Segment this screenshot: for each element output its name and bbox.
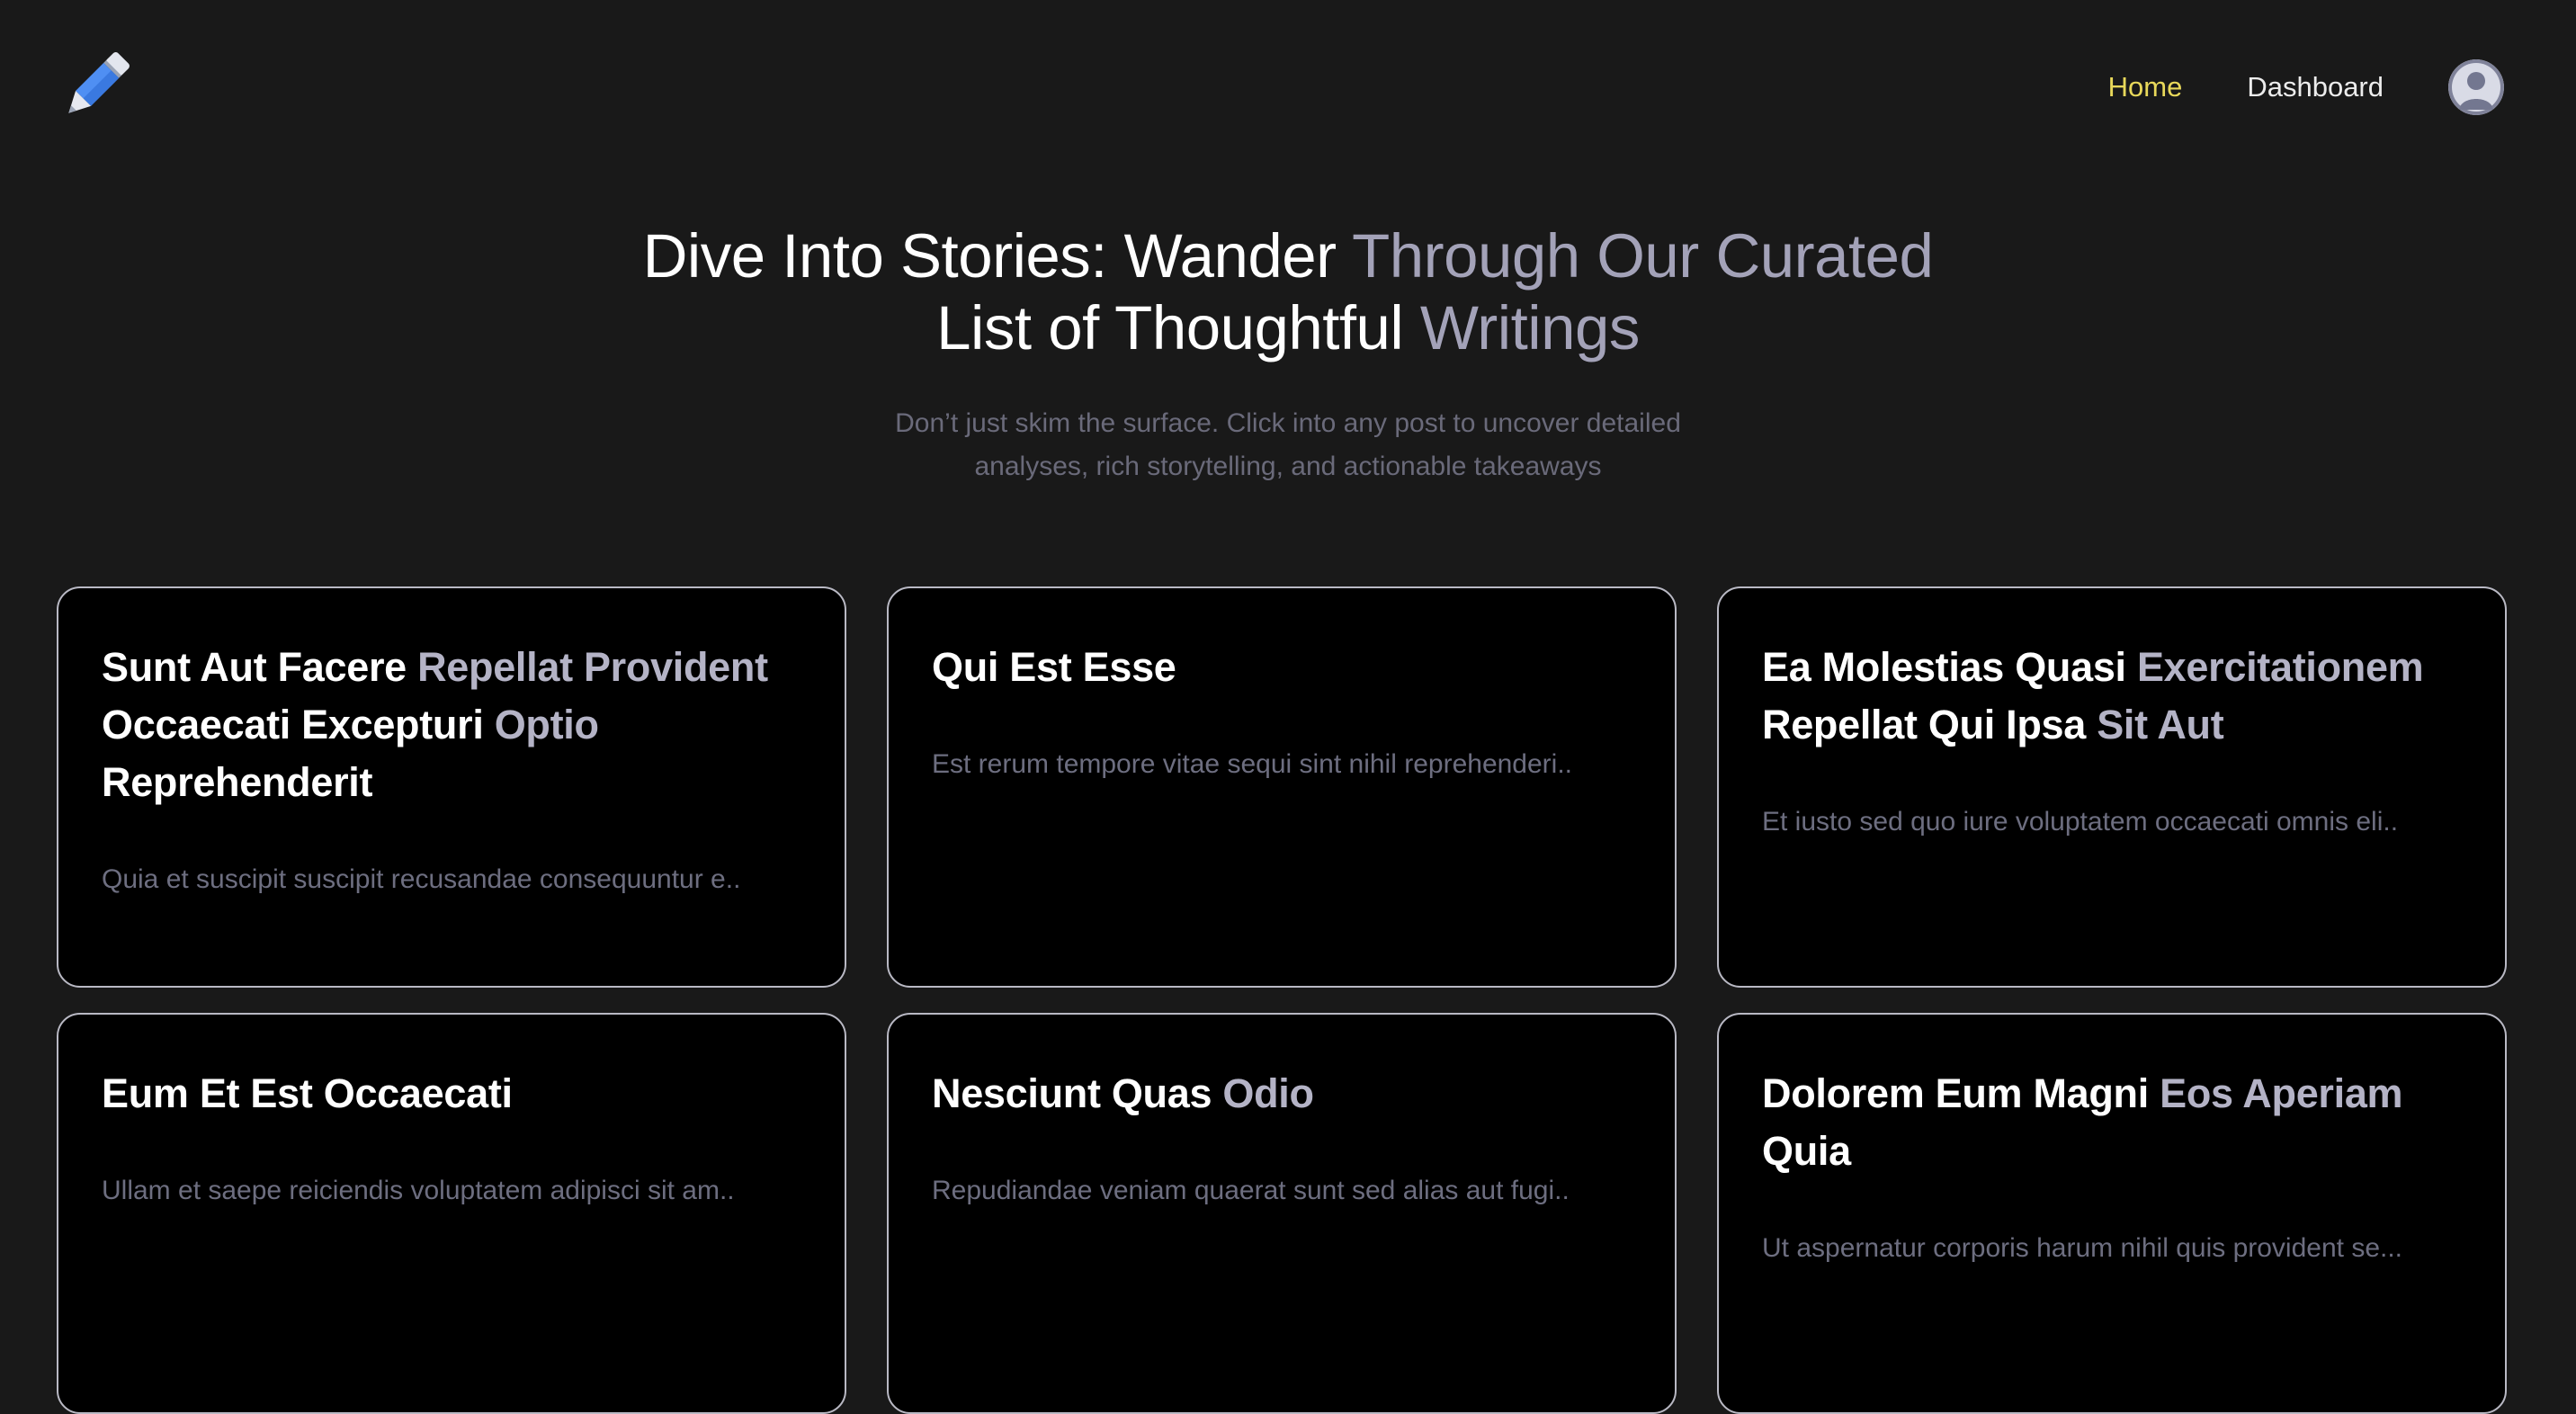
subtitle-line: Don’t just skim the surface. Click into …	[895, 408, 1681, 438]
title-part: Quia	[1762, 1128, 1851, 1174]
title-part: Exercitationem	[2136, 644, 2424, 690]
page-title: Dive Into Stories: Wander Through Our Cu…	[613, 220, 1963, 364]
main-nav: Home Dashboard	[2108, 58, 2504, 117]
title-part: Occaecati Excepturi	[102, 702, 495, 747]
title-part: Sit Aut	[2097, 702, 2224, 747]
post-title: Sunt Aut Facere Repellat Provident Occae…	[102, 639, 801, 811]
title-part: Eos Aperiam	[2160, 1070, 2403, 1116]
post-title: Qui Est Esse	[932, 639, 1632, 696]
post-title: Nesciunt Quas Odio	[932, 1065, 1632, 1123]
post-card[interactable]: Eum Et Est Occaecati Ullam et saepe reic…	[57, 1013, 846, 1414]
title-part: Repellat Qui Ipsa	[1762, 702, 2097, 747]
title-part: Through Our Curated	[1352, 221, 1934, 291]
post-excerpt: Est rerum tempore vitae sequi sint nihil…	[932, 749, 1573, 779]
title-part: Reprehenderit	[102, 759, 373, 805]
title-part: Ea Molestias Quasi	[1762, 644, 2137, 690]
post-card[interactable]: Qui Est Esse Est rerum tempore vitae seq…	[887, 586, 1677, 988]
user-avatar-icon[interactable]	[2448, 59, 2504, 115]
title-part: Dolorem Eum Magni	[1762, 1070, 2160, 1116]
nav-home-link[interactable]: Home	[2108, 71, 2183, 103]
site-header: Home Dashboard	[0, 0, 2576, 175]
post-excerpt: Repudiandae veniam quaerat sunt sed alia…	[932, 1176, 1570, 1205]
title-part: Sunt Aut Facere	[102, 644, 418, 690]
title-part: Repellat Provident	[417, 644, 768, 690]
title-part: Dive Into Stories: Wander	[642, 221, 1353, 291]
post-excerpt: Quia et suscipit suscipit recusandae con…	[102, 864, 741, 894]
post-title: Dolorem Eum Magni Eos Aperiam Quia	[1762, 1065, 2462, 1180]
title-part: Eum Et Est Occaecati	[102, 1070, 513, 1116]
nav-dashboard-link[interactable]: Dashboard	[2247, 71, 2384, 103]
title-part: Writings	[1419, 293, 1640, 362]
post-title: Ea Molestias Quasi Exercitationem Repell…	[1762, 639, 2462, 754]
post-card[interactable]: Dolorem Eum Magni Eos Aperiam Quia Ut as…	[1717, 1013, 2507, 1414]
title-part: Nesciunt Quas	[932, 1070, 1223, 1116]
post-card[interactable]: Sunt Aut Facere Repellat Provident Occae…	[57, 586, 846, 988]
post-excerpt: Ut aspernatur corporis harum nihil quis …	[1762, 1233, 2403, 1263]
post-excerpt: Et iusto sed quo iure voluptatem occaeca…	[1762, 807, 2399, 837]
pencil-icon[interactable]	[58, 49, 133, 124]
post-title: Eum Et Est Occaecati	[102, 1065, 801, 1123]
title-part: List of Thoughtful	[936, 293, 1420, 362]
subtitle-line: analyses, rich storytelling, and actiona…	[974, 452, 1602, 481]
title-part: Optio	[494, 702, 599, 747]
title-part: Odio	[1222, 1070, 1314, 1116]
post-excerpt: Ullam et saepe reiciendis voluptatem adi…	[102, 1176, 735, 1205]
posts-grid: Sunt Aut Facere Repellat Provident Occae…	[57, 586, 2507, 1414]
page-subtitle: Don’t just skim the surface. Click into …	[838, 402, 1738, 488]
post-card[interactable]: Nesciunt Quas Odio Repudiandae veniam qu…	[887, 1013, 1677, 1414]
post-card[interactable]: Ea Molestias Quasi Exercitationem Repell…	[1717, 586, 2507, 988]
title-part: Qui Est Esse	[932, 644, 1176, 690]
hero-section: Dive Into Stories: Wander Through Our Cu…	[0, 220, 2576, 488]
